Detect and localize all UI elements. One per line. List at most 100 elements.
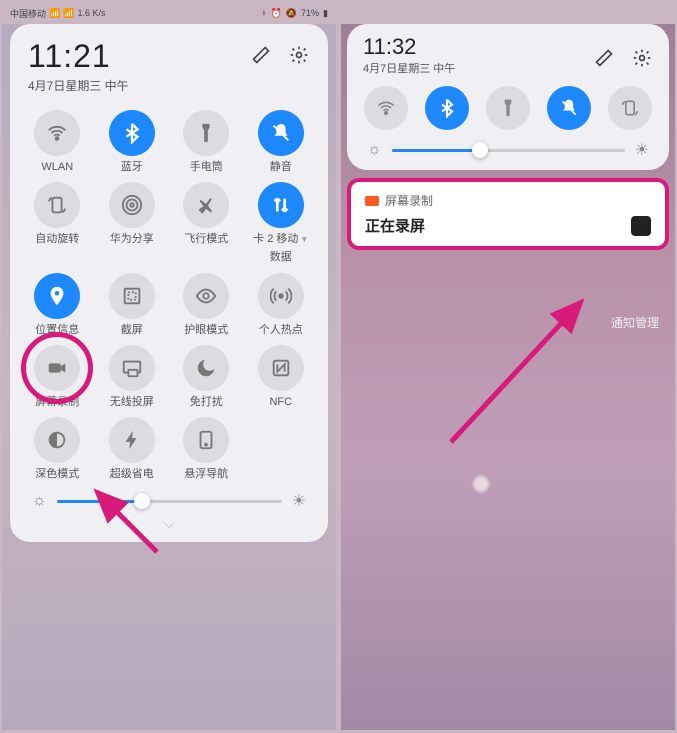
qs-tile-label: 手电筒 — [190, 161, 223, 174]
notification-app-name: 屏幕录制 — [385, 192, 433, 209]
qs-tile-label: 超级省电 — [110, 468, 154, 481]
qs-tile-mute[interactable] — [547, 86, 591, 130]
clock-date: 4月7日星期三 中午 — [363, 60, 455, 76]
qs-tile-share[interactable]: 华为分享 — [95, 182, 170, 264]
record-icon[interactable] — [34, 345, 80, 391]
qs-tile-powersave[interactable]: 超级省电 — [95, 417, 170, 481]
qs-tile-label: 截屏 — [121, 324, 143, 337]
qs-tile-nfc[interactable]: NFC — [244, 345, 319, 409]
qs-tile-data[interactable]: 卡 2 移动▼ 数据 — [244, 182, 319, 264]
qs-tile-mute[interactable]: 静音 — [244, 110, 319, 174]
qs-tile-label: 自动旋转 — [35, 233, 79, 246]
clock-date: 4月7日星期三 中午 — [28, 77, 129, 94]
panel-handle-icon[interactable]: ⌵ — [16, 515, 322, 532]
qs-tile-flashlight[interactable] — [486, 86, 530, 130]
qs-tile-rotate[interactable] — [608, 86, 652, 130]
net-speed: 1.6 K/s — [77, 8, 105, 18]
qs-tile-label: 免打扰 — [190, 396, 223, 409]
clock-time: 11:21 — [28, 38, 129, 75]
airplane-icon[interactable] — [183, 182, 229, 228]
share-icon[interactable] — [109, 182, 155, 228]
qs-tile-wifi[interactable]: WLAN — [20, 110, 95, 174]
mute-status-icon: 🔕 — [286, 8, 297, 19]
notification-title: 正在录屏 — [365, 215, 425, 236]
brightness-slider[interactable]: ☼ ☀ — [355, 134, 661, 160]
bluetooth-icon[interactable] — [109, 110, 155, 156]
qs-tile-label: 静音 — [270, 161, 292, 174]
cast-icon[interactable] — [109, 345, 155, 391]
qs-tile-label: 卡 2 移动 — [253, 233, 298, 246]
brightness-high-icon: ☀ — [292, 491, 306, 511]
alarm-status-icon: ⏰ — [271, 8, 282, 19]
settings-icon[interactable] — [288, 44, 310, 66]
brightness-low-icon: ☼ — [367, 141, 382, 159]
hotspot-icon[interactable] — [258, 273, 304, 319]
recording-notification[interactable]: 屏幕录制 正在录屏 — [347, 178, 669, 250]
qs-tile-label: 飞行模式 — [184, 233, 228, 246]
clock-time: 11:32 — [363, 34, 455, 60]
qs-tile-label: 护眼模式 — [184, 324, 228, 337]
screenshot-icon[interactable] — [109, 273, 155, 319]
qs-tile-label: 深色模式 — [35, 468, 79, 481]
rotate-icon[interactable] — [34, 182, 80, 228]
qs-tile-sublabel: 数据 — [270, 251, 292, 264]
qs-tile-eyecare[interactable]: 护眼模式 — [169, 273, 244, 337]
edit-icon[interactable] — [250, 44, 272, 66]
qs-tile-darkmode[interactable]: 深色模式 — [20, 417, 95, 481]
signal-icon: 📶 — [49, 8, 60, 19]
qs-tile-label: 悬浮导航 — [184, 468, 228, 481]
qs-tile-location[interactable]: 位置信息 — [20, 273, 95, 337]
battery-icon: ▮ — [323, 8, 328, 19]
brightness-low-icon: ☼ — [32, 492, 47, 510]
qs-tile-hotspot[interactable]: 个人热点 — [244, 273, 319, 337]
screenshot-left: 中国移动 📶 📶 1.6 K/s ᚼ ⏰ 🔕 71% ▮ 11:21 — [2, 2, 336, 730]
battery-pct: 71% — [301, 8, 319, 18]
floatnav-icon[interactable] — [183, 417, 229, 463]
bluetooth-status-icon: ᚼ — [261, 8, 266, 18]
caret-down-icon: ▼ — [300, 235, 308, 244]
qs-tile-flashlight[interactable]: 手电筒 — [169, 110, 244, 174]
qs-tile-bluetooth[interactable]: 蓝牙 — [95, 110, 170, 174]
nfc-icon[interactable] — [258, 345, 304, 391]
wallpaper-orb — [471, 474, 491, 494]
darkmode-icon[interactable] — [34, 417, 80, 463]
qs-tile-label: 屏幕录制 — [35, 396, 79, 409]
brightness-slider[interactable]: ☼ ☀ — [16, 481, 322, 511]
qs-tile-dnd[interactable]: 免打扰 — [169, 345, 244, 409]
eyecare-icon[interactable] — [183, 273, 229, 319]
quick-settings-panel: 11:21 4月7日星期三 中午 WLAN 蓝牙 手电筒 静音自动旋转 华为分享 飞行模式… — [10, 24, 328, 542]
qs-tile-label: 个人热点 — [259, 324, 303, 337]
qs-tile-rotate[interactable]: 自动旋转 — [20, 182, 95, 264]
record-app-icon — [365, 196, 379, 206]
qs-tile-label: WLAN — [41, 161, 73, 174]
quick-settings-panel-compact: 11:32 4月7日星期三 中午 ☼ — [347, 24, 669, 170]
qs-tile-record[interactable]: 屏幕录制 — [20, 345, 95, 409]
qs-tile-airplane[interactable]: 飞行模式 — [169, 182, 244, 264]
carrier-label: 中国移动 — [10, 7, 46, 20]
signal-icon-2: 📶 — [63, 8, 74, 19]
location-icon[interactable] — [34, 273, 80, 319]
stop-record-button[interactable] — [631, 216, 651, 236]
qs-tile-wifi[interactable] — [364, 86, 408, 130]
qs-tile-label: 无线投屏 — [110, 396, 154, 409]
mute-icon[interactable] — [258, 110, 304, 156]
brightness-high-icon: ☀ — [635, 140, 649, 160]
qs-tile-cast[interactable]: 无线投屏 — [95, 345, 170, 409]
wifi-icon[interactable] — [34, 110, 80, 156]
screenshot-right: 中国移动 📶 📶 1.5 K/s ᚼ ⏰ 🔕 70% ▮ 11:32 — [341, 2, 675, 730]
data-icon[interactable] — [258, 182, 304, 228]
status-bar: 中国移动 📶 📶 1.6 K/s ᚼ ⏰ 🔕 71% ▮ — [2, 2, 336, 24]
qs-tile-label: 蓝牙 — [121, 161, 143, 174]
qs-tile-label: NFC — [269, 396, 292, 409]
qs-tile-floatnav[interactable]: 悬浮导航 — [169, 417, 244, 481]
qs-tile-bluetooth[interactable] — [425, 86, 469, 130]
edit-icon[interactable] — [593, 47, 615, 69]
flashlight-icon[interactable] — [183, 110, 229, 156]
notification-manage-link[interactable]: 通知管理 — [611, 314, 659, 331]
qs-tile-label: 位置信息 — [35, 324, 79, 337]
dnd-icon[interactable] — [183, 345, 229, 391]
powersave-icon[interactable] — [109, 417, 155, 463]
settings-icon[interactable] — [631, 47, 653, 69]
qs-tile-label: 华为分享 — [110, 233, 154, 246]
qs-tile-screenshot[interactable]: 截屏 — [95, 273, 170, 337]
